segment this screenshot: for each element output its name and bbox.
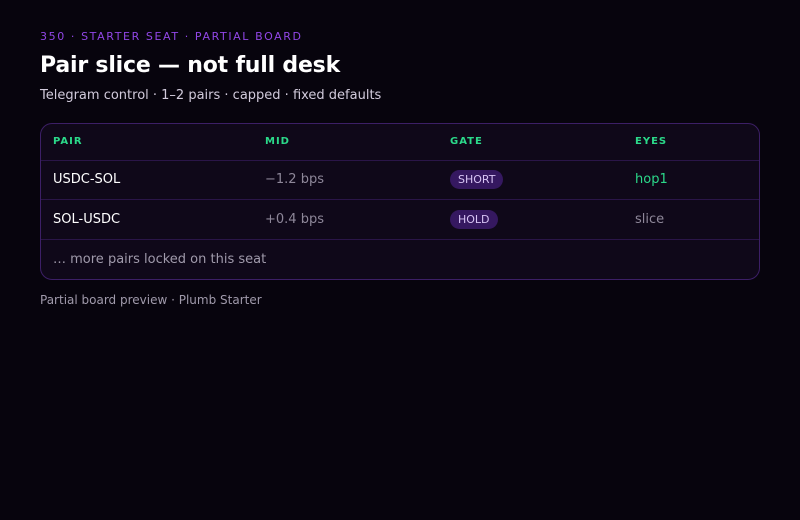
column-header-pair: PAIR (53, 136, 83, 147)
mid-cell: −1.2 bps (265, 172, 324, 187)
gate-badge: HOLD (450, 210, 498, 229)
table-row[interactable]: USDC-SOL −1.2 bps SHORT hop1 (41, 160, 759, 200)
eyes-cell: slice (635, 212, 665, 227)
eyebrow-label: 350 · STARTER SEAT · PARTIAL BOARD (40, 30, 303, 43)
pair-cell: SOL-USDC (53, 212, 121, 227)
page-subtitle: Telegram control · 1–2 pairs · capped · … (40, 88, 382, 103)
pair-cell: USDC-SOL (53, 172, 121, 187)
table-row[interactable]: SOL-USDC +0.4 bps HOLD slice (41, 200, 759, 240)
gate-badge: SHORT (450, 170, 504, 189)
footer-caption: Partial board preview · Plumb Starter (40, 293, 262, 307)
locked-pairs-row: … more pairs locked on this seat (41, 240, 759, 278)
page-title: Pair slice — not full desk (40, 53, 341, 78)
eyes-cell: hop1 (635, 172, 668, 187)
table-header-row: PAIR MID GATE EYES (41, 124, 759, 161)
pairs-table: PAIR MID GATE EYES USDC-SOL −1.2 bps SHO… (40, 123, 760, 280)
mid-cell: +0.4 bps (265, 212, 324, 227)
column-header-gate: GATE (450, 136, 483, 147)
column-header-mid: MID (265, 136, 290, 147)
column-header-eyes: EYES (635, 136, 668, 147)
locked-pairs-note: … more pairs locked on this seat (53, 252, 267, 267)
